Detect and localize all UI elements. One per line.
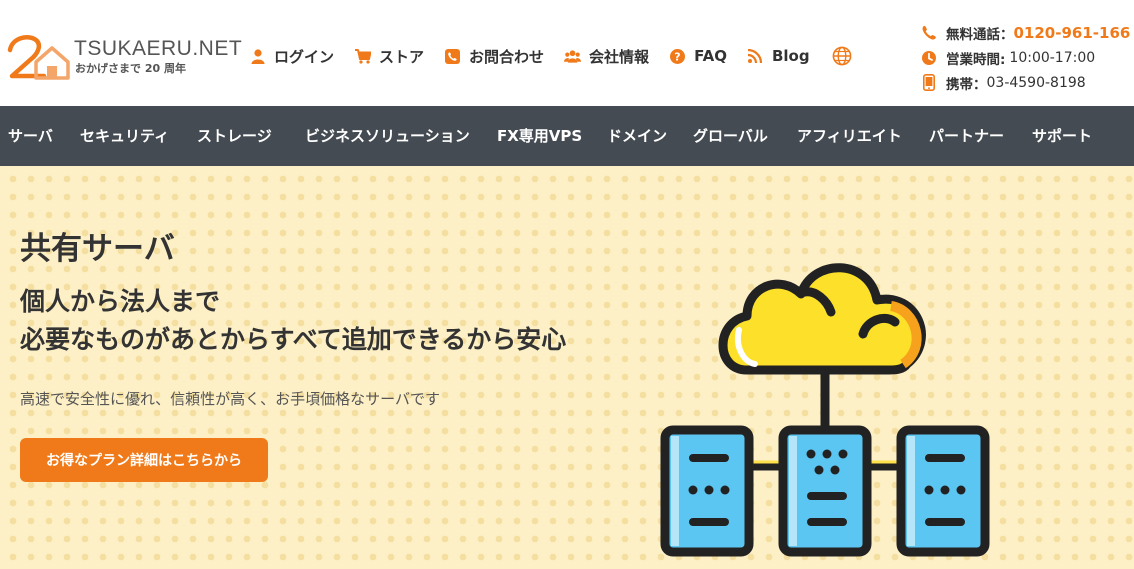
contact-hours: 営業時間: 10:00-17:00	[920, 45, 1134, 70]
mainnav-storage[interactable]: ストレージ	[197, 106, 272, 166]
hero-title: 共有サーバ	[20, 231, 175, 267]
freecall-number[interactable]: 0120-961-166	[1014, 24, 1131, 42]
logo-tagline: おかげさまで 20 周年	[75, 62, 186, 75]
freecall-label: 無料通話：	[946, 26, 1014, 43]
cart-icon	[354, 48, 371, 65]
phone-icon	[920, 24, 938, 42]
site-logo[interactable]: TSUKAERU.NET おかげさまで 20 周年	[6, 32, 242, 80]
mainnav-server[interactable]: サーバ	[8, 106, 53, 166]
main-nav: サーバ セキュリティ ストレージ ビジネスソリューション FX専用VPS ドメイ…	[0, 106, 1134, 166]
hero-subtitle-line1: 個人から法人まで	[20, 287, 221, 316]
topnav-login[interactable]: ログイン	[249, 46, 334, 67]
user-icon	[249, 48, 266, 65]
globe-icon[interactable]	[832, 46, 852, 66]
topnav-company-label: 会社情報	[589, 47, 650, 66]
mainnav-business[interactable]: ビジネスソリューション	[305, 106, 470, 166]
topnav-company[interactable]: 会社情報	[564, 46, 649, 67]
hero-subtitle-line2: 必要なものがあとからすべて追加できるから安心	[20, 325, 567, 354]
site-header: TSUKAERU.NET おかげさまで 20 周年 ログイン ストア お問合わせ	[0, 0, 1134, 106]
topnav-contact-label: お問合わせ	[469, 47, 545, 66]
clock-icon	[920, 49, 938, 67]
topnav-faq-label: FAQ	[694, 47, 727, 65]
topnav-store[interactable]: ストア	[354, 46, 424, 67]
cloud-server-network-icon	[660, 263, 990, 557]
question-circle-icon: ?	[669, 48, 686, 65]
mainnav-security[interactable]: セキュリティ	[80, 106, 169, 166]
mobile-number[interactable]: 03-4590-8198	[987, 75, 1086, 91]
hero-description: 高速で安全性に優れ、信頼性が高く、お手頃価格なサーバです	[20, 390, 441, 408]
plan-details-button[interactable]: お得なプラン詳細はこちらから	[20, 438, 268, 482]
svg-text:?: ?	[674, 50, 680, 63]
mainnav-fx-vps[interactable]: FX専用VPS	[497, 106, 582, 166]
topnav-login-label: ログイン	[274, 47, 335, 66]
mainnav-global[interactable]: グローバル	[693, 106, 768, 166]
topnav-contact[interactable]: お問合わせ	[444, 46, 544, 67]
mainnav-support[interactable]: サポート	[1032, 106, 1092, 166]
topnav-blog[interactable]: Blog	[747, 47, 810, 65]
contact-info: 無料通話： 0120-961-166 営業時間: 10:00-17:00 携帯：…	[920, 20, 1134, 95]
contact-freecall: 無料通話： 0120-961-166	[920, 20, 1134, 45]
mobile-phone-icon	[920, 74, 938, 92]
logo-text: TSUKAERU.NET	[74, 37, 243, 60]
utility-nav: ログイン ストア お問合わせ 会社情報 ? FAQ Blog	[249, 45, 852, 67]
topnav-store-label: ストア	[379, 47, 425, 66]
phone-square-icon	[444, 48, 461, 65]
hero-banner: 共有サーバ 個人から法人まで 必要なものがあとからすべて追加できるから安心 高速…	[0, 166, 1134, 569]
rss-icon	[747, 48, 764, 65]
hours-value: 10:00-17:00	[1009, 49, 1096, 66]
users-icon	[564, 48, 582, 65]
hours-label: 営業時間:	[946, 51, 1006, 68]
contact-mobile: 携帯： 03-4590-8198	[920, 70, 1134, 95]
mainnav-affiliate[interactable]: アフィリエイト	[797, 106, 902, 166]
topnav-blog-label: Blog	[771, 47, 810, 65]
mobile-label: 携帯：	[946, 76, 987, 93]
mainnav-partner[interactable]: パートナー	[929, 106, 1004, 166]
topnav-faq[interactable]: ? FAQ	[669, 47, 727, 65]
logo-mark-icon	[7, 35, 70, 80]
mainnav-domain[interactable]: ドメイン	[607, 106, 667, 166]
